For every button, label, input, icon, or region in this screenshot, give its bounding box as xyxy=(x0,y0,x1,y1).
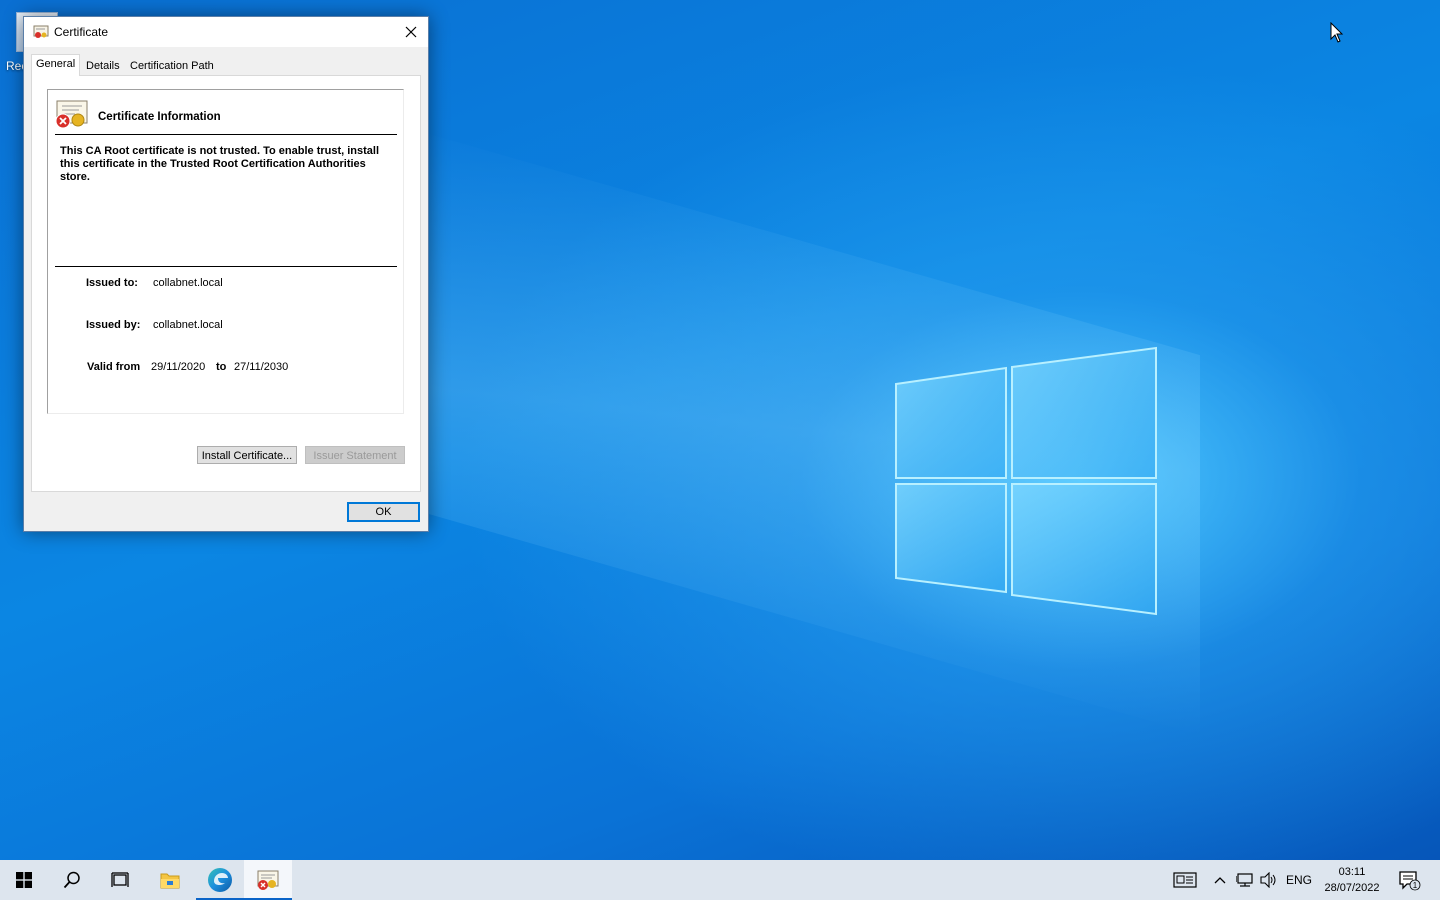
recycle-bin-desktop-icon[interactable]: Rec xyxy=(0,8,58,73)
certificate-information-box: Certificate Information This CA Root cer… xyxy=(47,89,404,414)
chevron-up-icon xyxy=(1214,877,1226,884)
close-button[interactable] xyxy=(394,17,428,47)
valid-from-value: 29/11/2020 xyxy=(151,361,206,373)
search-button[interactable] xyxy=(48,860,96,900)
task-view-icon xyxy=(111,872,129,887)
mouse-cursor-icon xyxy=(1330,22,1344,43)
clock-time: 03:11 xyxy=(1338,866,1366,878)
edge-button[interactable] xyxy=(196,860,244,900)
install-certificate-button[interactable]: Install Certificate... xyxy=(197,446,297,464)
general-tab-panel: Certificate Information This CA Root cer… xyxy=(31,75,421,492)
certificate-information-title: Certificate Information xyxy=(98,111,221,123)
issued-by-value: collabnet.local xyxy=(153,319,223,331)
clock-date: 28/07/2022 xyxy=(1324,882,1380,894)
issued-to-value: collabnet.local xyxy=(153,277,223,289)
tab-certification-path[interactable]: Certification Path xyxy=(126,57,218,75)
divider xyxy=(55,266,397,267)
action-center-button[interactable]: 1 xyxy=(1394,860,1424,900)
valid-to-value: 27/11/2030 xyxy=(234,361,289,373)
dialog-titlebar[interactable]: Certificate xyxy=(24,17,428,47)
certificate-icon xyxy=(33,25,49,38)
close-icon xyxy=(405,26,417,38)
valid-from-label: Valid from xyxy=(87,361,141,373)
notification-icon: 1 xyxy=(1399,871,1421,891)
start-button[interactable] xyxy=(0,860,48,900)
certificate-taskbar-button[interactable] xyxy=(244,860,292,900)
news-and-interests-button[interactable] xyxy=(1168,860,1202,900)
valid-to-label: to xyxy=(216,361,227,373)
taskbar: ENG 03:11 28/07/2022 1 xyxy=(0,860,1440,900)
network-button[interactable] xyxy=(1234,860,1256,900)
show-hidden-icons-button[interactable] xyxy=(1210,860,1230,900)
start-icon xyxy=(16,872,32,888)
issued-to-label: Issued to: xyxy=(86,277,138,289)
certificate-icon xyxy=(257,870,279,890)
issuer-statement-button[interactable]: Issuer Statement xyxy=(305,446,405,464)
notification-count: 1 xyxy=(1413,881,1418,890)
network-icon xyxy=(1236,873,1253,887)
issued-by-label: Issued by: xyxy=(86,319,141,331)
file-explorer-button[interactable] xyxy=(146,860,194,900)
volume-button[interactable] xyxy=(1258,860,1280,900)
tab-details[interactable]: Details xyxy=(82,57,124,75)
clock-button[interactable]: 03:11 28/07/2022 xyxy=(1318,860,1386,900)
ok-button[interactable]: OK xyxy=(347,502,420,522)
edge-icon xyxy=(208,868,232,892)
windows-logo xyxy=(895,346,1157,616)
search-icon xyxy=(63,871,80,889)
trust-warning-text: This CA Root certificate is not trusted.… xyxy=(60,145,380,183)
file-explorer-icon xyxy=(160,873,180,889)
news-icon xyxy=(1173,872,1197,888)
certificate-dialog: Certificate General Details Certificatio… xyxy=(23,16,429,532)
divider xyxy=(55,134,397,135)
input-language-button[interactable]: ENG xyxy=(1284,860,1314,900)
dialog-title: Certificate xyxy=(54,25,109,39)
untrusted-certificate-icon xyxy=(55,100,88,129)
tab-general[interactable]: General xyxy=(31,54,81,76)
tab-strip: General Details Certification Path xyxy=(31,54,421,76)
speaker-icon xyxy=(1260,872,1276,888)
task-view-button[interactable] xyxy=(96,860,144,900)
